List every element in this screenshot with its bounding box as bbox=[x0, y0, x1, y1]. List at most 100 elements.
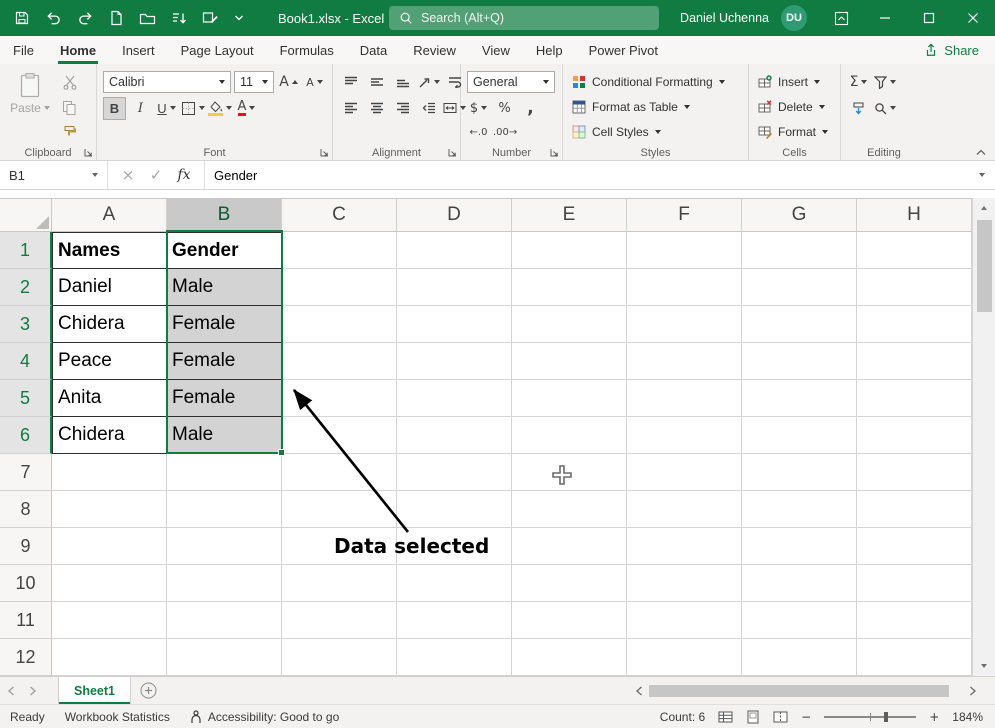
cell-A12[interactable] bbox=[52, 639, 167, 676]
cut-button[interactable] bbox=[58, 71, 81, 94]
cell-B11[interactable] bbox=[167, 602, 282, 639]
percent-style-button[interactable]: % bbox=[493, 97, 516, 120]
cell-F1[interactable] bbox=[627, 232, 742, 269]
tab-review[interactable]: Review bbox=[400, 36, 469, 64]
cell-E3[interactable] bbox=[512, 306, 627, 343]
cell-E5[interactable] bbox=[512, 380, 627, 417]
cell-A10[interactable] bbox=[52, 565, 167, 602]
cell-F8[interactable] bbox=[627, 491, 742, 528]
row-header-2[interactable]: 2 bbox=[0, 269, 52, 306]
increase-decimal-button[interactable]: ←.0 bbox=[467, 121, 490, 144]
zoom-slider-thumb[interactable] bbox=[884, 712, 888, 722]
cell-A2[interactable]: Daniel bbox=[52, 269, 167, 306]
cell-H2[interactable] bbox=[857, 269, 972, 306]
number-format-select[interactable]: General bbox=[467, 71, 555, 93]
cell-C10[interactable] bbox=[282, 565, 397, 602]
sort-ascending-icon[interactable] bbox=[171, 9, 187, 27]
cell-C7[interactable] bbox=[282, 454, 397, 491]
font-color-button[interactable]: A bbox=[235, 97, 258, 120]
cell-F5[interactable] bbox=[627, 380, 742, 417]
align-center-icon[interactable] bbox=[365, 97, 388, 120]
horizontal-scrollbar-thumb[interactable] bbox=[649, 685, 949, 697]
workbook-statistics-button[interactable]: Workbook Statistics bbox=[55, 710, 180, 724]
cell-E10[interactable] bbox=[512, 565, 627, 602]
cell-B7[interactable] bbox=[167, 454, 282, 491]
cell-H7[interactable] bbox=[857, 454, 972, 491]
align-right-icon[interactable] bbox=[391, 97, 414, 120]
cell-C2[interactable] bbox=[282, 269, 397, 306]
cell-G4[interactable] bbox=[742, 343, 857, 380]
cell-H4[interactable] bbox=[857, 343, 972, 380]
format-as-table-button[interactable]: Format as Table bbox=[569, 94, 743, 119]
clipboard-dialog-launcher-icon[interactable] bbox=[84, 148, 93, 157]
select-all-button[interactable] bbox=[0, 199, 52, 232]
column-header-B[interactable]: B bbox=[167, 199, 282, 232]
format-painter-button[interactable] bbox=[58, 121, 81, 144]
cell-F2[interactable] bbox=[627, 269, 742, 306]
cell-D10[interactable] bbox=[397, 565, 512, 602]
italic-button[interactable]: I bbox=[129, 97, 152, 120]
cell-G8[interactable] bbox=[742, 491, 857, 528]
cell-E6[interactable] bbox=[512, 417, 627, 454]
tab-formulas[interactable]: Formulas bbox=[267, 36, 347, 64]
cell-F7[interactable] bbox=[627, 454, 742, 491]
cell-B1[interactable]: Gender bbox=[167, 232, 282, 269]
cell-A3[interactable]: Chidera bbox=[52, 306, 167, 343]
delete-cells-button[interactable]: Delete bbox=[755, 94, 835, 119]
cell-G2[interactable] bbox=[742, 269, 857, 306]
tab-help[interactable]: Help bbox=[523, 36, 576, 64]
cell-F10[interactable] bbox=[627, 565, 742, 602]
cell-G9[interactable] bbox=[742, 528, 857, 565]
row-header-4[interactable]: 4 bbox=[0, 343, 52, 380]
copy-button[interactable] bbox=[58, 96, 81, 119]
cell-H1[interactable] bbox=[857, 232, 972, 269]
row-header-6[interactable]: 6 bbox=[0, 417, 52, 454]
grow-font-button[interactable]: A bbox=[277, 71, 300, 94]
minimize-button[interactable] bbox=[863, 0, 907, 36]
enter-button[interactable]: ✓ bbox=[144, 163, 168, 187]
cell-F6[interactable] bbox=[627, 417, 742, 454]
cell-G1[interactable] bbox=[742, 232, 857, 269]
cell-H3[interactable] bbox=[857, 306, 972, 343]
name-box[interactable]: B1 bbox=[0, 161, 108, 189]
cell-A11[interactable] bbox=[52, 602, 167, 639]
font-name-select[interactable]: Calibri bbox=[103, 71, 231, 93]
cell-E11[interactable] bbox=[512, 602, 627, 639]
vertical-scrollbar[interactable] bbox=[972, 198, 995, 676]
cell-F3[interactable] bbox=[627, 306, 742, 343]
bold-button[interactable]: B bbox=[103, 97, 126, 120]
cell-H6[interactable] bbox=[857, 417, 972, 454]
cell-C11[interactable] bbox=[282, 602, 397, 639]
accessibility-status[interactable]: Accessibility: Good to go bbox=[180, 710, 349, 724]
cell-H11[interactable] bbox=[857, 602, 972, 639]
cell-D12[interactable] bbox=[397, 639, 512, 676]
cell-G7[interactable] bbox=[742, 454, 857, 491]
column-header-A[interactable]: A bbox=[52, 199, 167, 232]
cell-D4[interactable] bbox=[397, 343, 512, 380]
user-name[interactable]: Daniel Uchenna bbox=[680, 11, 769, 25]
row-header-1[interactable]: 1 bbox=[0, 232, 52, 269]
cell-D8[interactable] bbox=[397, 491, 512, 528]
cell-C6[interactable] bbox=[282, 417, 397, 454]
redo-icon[interactable] bbox=[77, 9, 94, 27]
sheet-nav-left-icon[interactable] bbox=[0, 677, 22, 705]
cell-F11[interactable] bbox=[627, 602, 742, 639]
maximize-button[interactable] bbox=[907, 0, 951, 36]
horizontal-scrollbar[interactable] bbox=[635, 684, 977, 698]
row-header-3[interactable]: 3 bbox=[0, 306, 52, 343]
cell-G12[interactable] bbox=[742, 639, 857, 676]
scroll-left-icon[interactable] bbox=[635, 686, 643, 696]
save-icon[interactable] bbox=[14, 9, 30, 27]
formula-input[interactable]: Gender bbox=[205, 161, 969, 189]
cell-G3[interactable] bbox=[742, 306, 857, 343]
cell-E4[interactable] bbox=[512, 343, 627, 380]
quick-access-chevron-icon[interactable] bbox=[234, 9, 244, 27]
sheet-tab-sheet1[interactable]: Sheet1 bbox=[58, 677, 131, 704]
tab-view[interactable]: View bbox=[469, 36, 523, 64]
expand-formula-bar-icon[interactable] bbox=[969, 161, 995, 189]
cell-B10[interactable] bbox=[167, 565, 282, 602]
cell-E8[interactable] bbox=[512, 491, 627, 528]
row-header-12[interactable]: 12 bbox=[0, 639, 52, 676]
cell-A8[interactable] bbox=[52, 491, 167, 528]
decrease-indent-icon[interactable] bbox=[417, 97, 440, 120]
